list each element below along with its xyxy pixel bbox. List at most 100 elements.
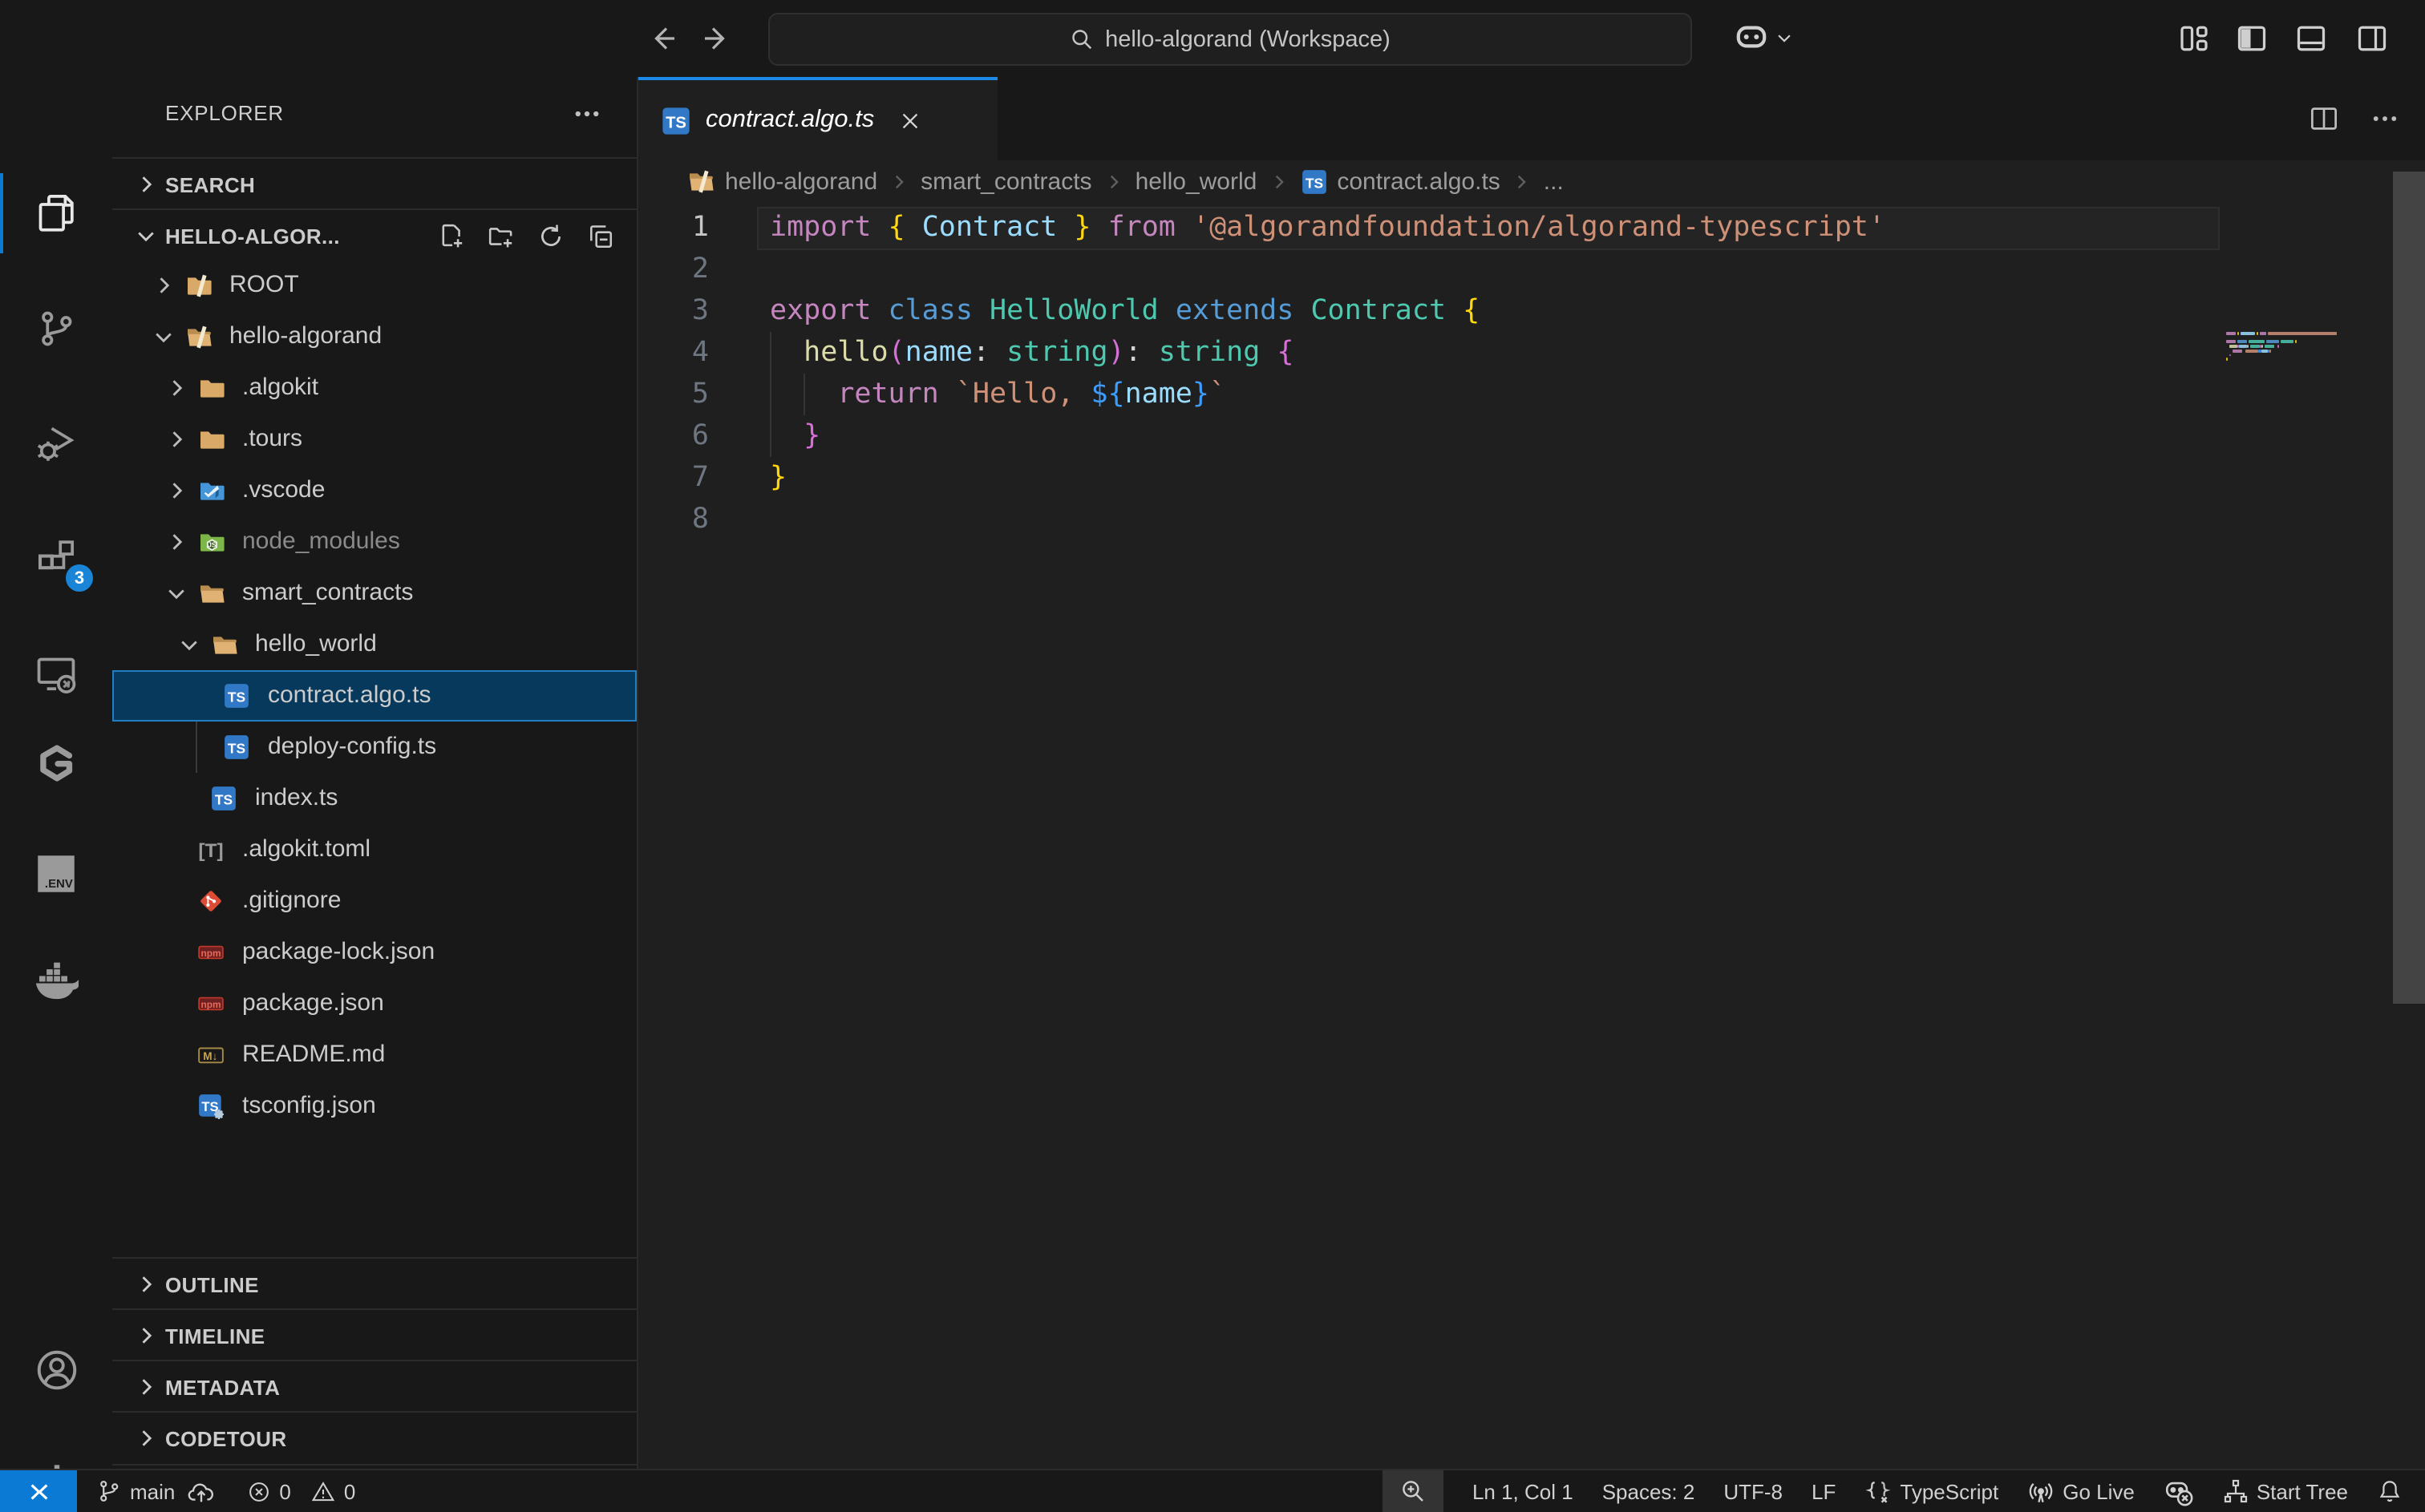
activity-item-account[interactable] <box>0 1328 112 1411</box>
split-editor-icon[interactable] <box>2310 104 2338 133</box>
section-search[interactable]: SEARCH <box>112 157 637 210</box>
forward-arrow-icon[interactable] <box>701 22 733 55</box>
breadcrumb-item[interactable]: hello_world <box>1136 168 1257 195</box>
status-item-language-mode[interactable]: TypeScript <box>1864 1470 1998 1512</box>
tree-item-ROOT[interactable]: ROOT <box>112 260 637 311</box>
section-timeline[interactable]: TIMELINE <box>112 1308 637 1361</box>
status-item-eol[interactable]: LF <box>1812 1470 1836 1512</box>
chevron-down-icon <box>1775 28 1793 46</box>
tree-item-deploy-config.ts[interactable]: TSdeploy-config.ts <box>112 722 637 773</box>
broadcast-icon <box>2027 1478 2055 1505</box>
breadcrumb-label: hello_world <box>1136 168 1257 195</box>
activity-item-extensions[interactable]: 3 <box>0 516 112 600</box>
tree-item-hello_world[interactable]: hello_world <box>112 619 637 670</box>
tree-item-hello-algorand[interactable]: hello-algorand <box>112 311 637 362</box>
breadcrumb-item[interactable]: TScontract.algo.ts <box>1300 168 1500 195</box>
activity-item-algokit[interactable] <box>0 722 112 805</box>
breadcrumb-item[interactable]: smart_contracts <box>921 168 1091 195</box>
status-item-start-tree[interactable]: Start Tree <box>2223 1470 2348 1512</box>
back-arrow-icon[interactable] <box>646 22 678 55</box>
status-label: main <box>130 1479 175 1503</box>
minimap-line <box>2229 345 2238 348</box>
chevron-down-icon <box>152 325 175 348</box>
tree-item-.tours[interactable]: .tours <box>112 414 637 465</box>
svg-text:JS: JS <box>208 541 217 549</box>
status-item-problems[interactable]: 0 0 <box>247 1470 355 1512</box>
minimap[interactable] <box>2221 327 2393 519</box>
tree-item-.gitignore[interactable]: .gitignore <box>112 875 637 927</box>
tree-item-package.json[interactable]: npmpackage.json <box>112 978 637 1029</box>
tree-item-.algokit[interactable]: .algokit <box>112 362 637 414</box>
breadcrumb-item[interactable]: ... <box>1544 168 1564 195</box>
svg-text:TS: TS <box>1305 175 1322 191</box>
collapse-all-icon[interactable] <box>587 222 614 249</box>
minimap-line <box>2226 332 2237 335</box>
editor-scrollbar[interactable] <box>2393 172 2425 1004</box>
section-codetour[interactable]: CODETOUR <box>112 1411 637 1466</box>
tab-close-icon[interactable] <box>898 108 922 132</box>
status-item-notifications[interactable] <box>2377 1470 2403 1512</box>
activity-item-source-control[interactable] <box>0 287 112 370</box>
tree-item-tsconfig.json[interactable]: TStsconfig.json <box>112 1081 637 1132</box>
warning-count: 0 <box>344 1479 355 1503</box>
tree-item-package-lock.json[interactable]: npmpackage-lock.json <box>112 927 637 978</box>
minimap-line <box>2270 350 2272 353</box>
activity-item-dotenv[interactable]: .ENV <box>0 832 112 916</box>
workspace-label: HELLO-ALGOR... <box>165 224 340 248</box>
minimap-line <box>2238 341 2247 344</box>
tree-item-label: ROOT <box>229 260 299 311</box>
title-bar: hello-algorand (Workspace) <box>0 0 2425 79</box>
customize-layout-icon[interactable] <box>2178 22 2210 55</box>
command-center-search[interactable]: hello-algorand (Workspace) <box>768 13 1692 66</box>
status-label: Ln 1, Col 1 <box>1472 1479 1573 1503</box>
tree-item-.algokit.toml[interactable]: [T].algokit.toml <box>112 824 637 875</box>
status-item-copilot-status[interactable] <box>2164 1470 2194 1512</box>
status-item-cursor-position[interactable]: Ln 1, Col 1 <box>1472 1470 1573 1512</box>
tree-item-node_modules[interactable]: JSnode_modules <box>112 516 637 568</box>
toggle-panel-icon[interactable] <box>2295 22 2327 55</box>
new-file-icon[interactable] <box>438 222 465 249</box>
tree-item-.vscode[interactable]: .vscode <box>112 465 637 516</box>
status-item-sync[interactable] <box>188 1470 215 1512</box>
status-item-zoom[interactable] <box>1383 1470 1443 1512</box>
activity-item-remote-explorer[interactable] <box>0 632 112 715</box>
activity-item-explorer[interactable] <box>0 172 112 255</box>
status-item-go-live[interactable]: Go Live <box>2027 1470 2135 1512</box>
chevron-right-icon <box>135 173 157 196</box>
activity-item-docker[interactable] <box>0 938 112 1021</box>
org-tree-icon <box>2223 1478 2249 1504</box>
code-line-1: 1import { Contract } from '@algorandfoun… <box>638 207 2425 249</box>
copilot-menu-button[interactable] <box>1732 18 1793 56</box>
tree-item-contract.algo.ts[interactable]: TScontract.algo.ts <box>112 670 637 722</box>
status-item-remote[interactable] <box>0 1470 77 1512</box>
command-center-label: hello-algorand (Workspace) <box>1105 26 1391 52</box>
section-workspace[interactable]: HELLO-ALGOR... <box>112 208 637 261</box>
tab-contract-algo-ts[interactable]: TS contract.algo.ts <box>638 77 998 160</box>
status-item-indentation[interactable]: Spaces: 2 <box>1602 1470 1695 1512</box>
refresh-icon[interactable] <box>537 222 565 249</box>
status-label: LF <box>1812 1479 1836 1503</box>
new-folder-icon[interactable] <box>488 222 515 249</box>
tree-item-smart_contracts[interactable]: smart_contracts <box>112 568 637 619</box>
explorer-more-actions-icon[interactable] <box>573 99 601 128</box>
minimap-line <box>2233 350 2243 353</box>
editor-more-actions-icon[interactable] <box>2370 104 2399 133</box>
minimap-line <box>2261 345 2263 348</box>
svg-text:npm: npm <box>200 948 221 959</box>
md-icon: M↓ <box>197 1041 225 1069</box>
breadcrumb-item[interactable]: hello-algorand <box>686 168 877 195</box>
status-item-branch[interactable]: main <box>96 1470 175 1512</box>
minimap-line <box>2245 350 2258 353</box>
error-count: 0 <box>279 1479 290 1503</box>
svg-text:.ENV: .ENV <box>45 877 73 891</box>
code-editor[interactable]: 1import { Contract } from '@algorandfoun… <box>638 202 2425 1470</box>
tree-item-README.md[interactable]: M↓README.md <box>112 1029 637 1081</box>
section-outline[interactable]: OUTLINE <box>112 1257 637 1310</box>
svg-text:TS: TS <box>666 113 686 131</box>
section-metadata[interactable]: METADATA <box>112 1360 637 1413</box>
status-item-encoding[interactable]: UTF-8 <box>1723 1470 1783 1512</box>
tree-item-index.ts[interactable]: TSindex.ts <box>112 773 637 824</box>
toggle-secondary-sidebar-icon[interactable] <box>2356 22 2388 55</box>
toggle-primary-sidebar-icon[interactable] <box>2236 22 2268 55</box>
activity-item-run-debug[interactable] <box>0 401 112 484</box>
